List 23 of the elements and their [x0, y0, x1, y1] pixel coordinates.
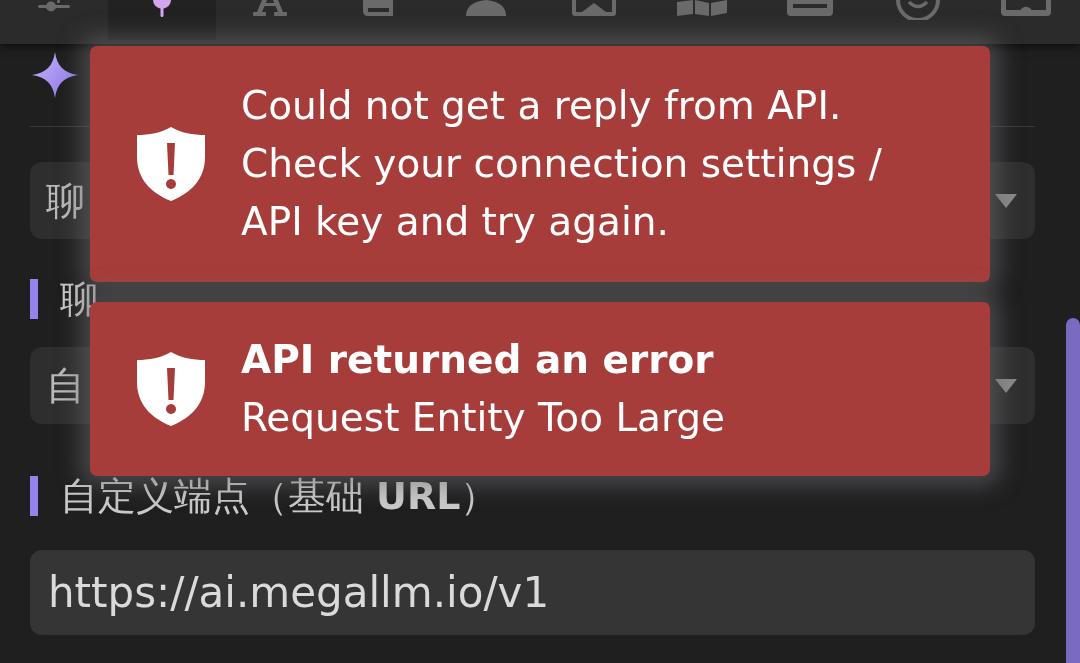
caret-icon: [995, 193, 1017, 208]
caret-icon: [995, 378, 1017, 393]
panel-icon: [787, 0, 833, 16]
user-icon: [466, 0, 506, 16]
font-icon: [253, 0, 287, 16]
toolbar-tab[interactable]: [108, 0, 216, 40]
toast-message: Request Entity Too Large: [241, 394, 727, 442]
select-value: 自: [46, 362, 85, 409]
toast-message: Could not get a reply from API. Check your connection settings / API key and try again.: [241, 82, 883, 246]
sliders-icon: [38, 0, 70, 14]
toast-title: API returned an error: [241, 336, 715, 384]
warning-shield-icon: [137, 352, 205, 426]
card-icon: [1001, 0, 1051, 16]
pin-icon: [152, 0, 172, 17]
sparkle-icon: [32, 52, 78, 98]
select-value: 聊: [46, 177, 85, 224]
book-icon: [361, 0, 395, 16]
map-icon: [677, 0, 727, 16]
url-input[interactable]: https://ai.megallm.io/v1: [30, 550, 1035, 635]
smile-icon: [896, 0, 940, 20]
image-icon: [572, 0, 616, 16]
scrollbar-thumb[interactable]: [1066, 318, 1080, 663]
warning-shield-icon: [137, 127, 205, 201]
